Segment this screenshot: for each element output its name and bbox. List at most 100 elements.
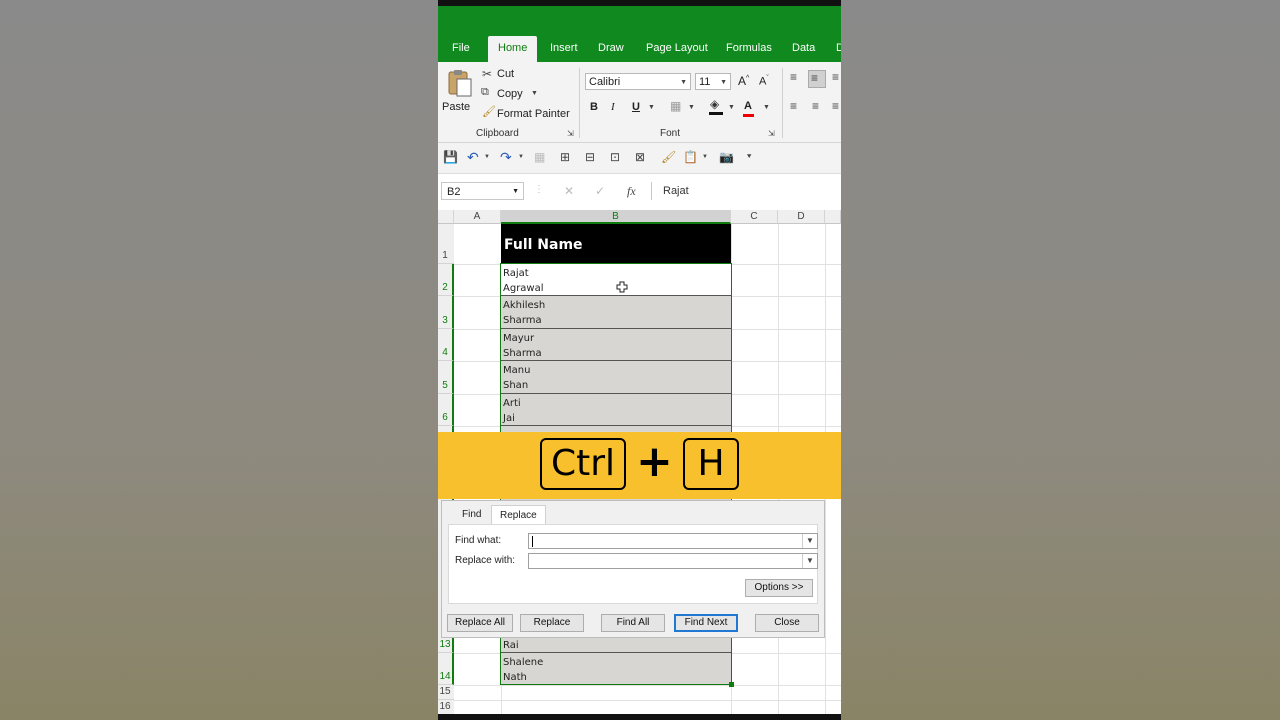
- row-header-15[interactable]: 15: [438, 685, 454, 700]
- tab-file[interactable]: File: [452, 36, 470, 62]
- tab-formulas[interactable]: Formulas: [726, 36, 772, 62]
- dialog-launcher-icon[interactable]: ⇲: [567, 130, 574, 138]
- cell-b2[interactable]: Rajat Agrawal: [501, 264, 731, 296]
- fill-color-icon[interactable]: ◈: [710, 98, 719, 110]
- column-header-b[interactable]: B: [501, 210, 731, 224]
- replace-button[interactable]: Replace: [520, 614, 584, 632]
- freeze-panes-icon[interactable]: ⊟: [585, 151, 595, 163]
- font-name-select[interactable]: Calibri ▼: [585, 73, 691, 90]
- grow-font-button[interactable]: A^: [738, 74, 749, 88]
- merge-icon[interactable]: ▦: [534, 151, 545, 163]
- align-bottom-icon[interactable]: ≡: [832, 71, 839, 83]
- row-header-5[interactable]: 5: [438, 361, 454, 394]
- select-all-corner[interactable]: [438, 210, 454, 224]
- find-next-button[interactable]: Find Next: [674, 614, 738, 632]
- cell-b1-header[interactable]: Full Name: [501, 224, 731, 264]
- format-painter-icon[interactable]: 🖌: [661, 151, 676, 163]
- cut-button[interactable]: Cut: [497, 68, 514, 80]
- name-box-value: B2: [447, 186, 461, 198]
- align-center-icon[interactable]: ≡: [812, 100, 819, 112]
- chevron-down-icon[interactable]: ▼: [518, 154, 524, 160]
- format-painter-button[interactable]: Format Painter: [497, 108, 570, 120]
- tab-draw[interactable]: Draw: [598, 36, 624, 62]
- cell-b3[interactable]: Akhilesh Sharma: [501, 296, 731, 329]
- cell-line: Jai: [503, 413, 515, 424]
- undo-icon[interactable]: ↶: [467, 150, 479, 164]
- copy-button[interactable]: Copy: [497, 88, 523, 100]
- row-header-6[interactable]: 6: [438, 394, 454, 426]
- align-left-icon[interactable]: ≡: [790, 100, 797, 112]
- align-top-icon[interactable]: ≡: [790, 71, 797, 83]
- column-header-c[interactable]: C: [731, 210, 778, 224]
- cell-b14[interactable]: Shalene Nath: [501, 653, 731, 685]
- find-what-label: Find what:: [455, 535, 502, 546]
- row-header-1[interactable]: 1: [438, 224, 454, 264]
- underline-button[interactable]: U: [632, 101, 640, 113]
- chevron-down-icon[interactable]: ▼: [702, 154, 708, 160]
- cell-b4[interactable]: Mayur Sharma: [501, 329, 731, 361]
- delete-cells-icon[interactable]: ⊠: [635, 151, 645, 163]
- insert-cells-icon[interactable]: ⊡: [610, 151, 620, 163]
- chevron-down-icon[interactable]: ▼: [531, 90, 538, 97]
- borders-icon[interactable]: ▦: [670, 100, 681, 112]
- tab-page-layout[interactable]: Page Layout: [646, 36, 708, 62]
- chevron-down-icon[interactable]: ▼: [763, 104, 770, 111]
- row-number: 5: [442, 380, 448, 391]
- replace-all-button[interactable]: Replace All: [447, 614, 513, 632]
- chevron-down-icon[interactable]: ▼: [688, 104, 695, 111]
- row-header-13[interactable]: 13: [438, 639, 454, 653]
- camera-icon[interactable]: 📷: [719, 151, 734, 163]
- enter-icon[interactable]: ✓: [595, 185, 605, 197]
- row-number: 15: [439, 686, 451, 697]
- column-header-a[interactable]: A: [454, 210, 501, 224]
- font-color-icon[interactable]: A: [744, 100, 752, 112]
- cell-b6[interactable]: Arti Jai: [501, 394, 731, 426]
- paste-special-icon[interactable]: 📋: [683, 151, 698, 163]
- font-size-select[interactable]: 11 ▼: [695, 73, 731, 90]
- row-header-14[interactable]: 14: [438, 653, 454, 685]
- column-header-d[interactable]: D: [778, 210, 825, 224]
- tab-replace[interactable]: Replace: [491, 505, 546, 526]
- ribbon-home: Paste ✂ Cut ⧉ Copy ▼ 🖌 Format Painter Cl…: [438, 62, 841, 143]
- row-header-16[interactable]: 16: [438, 700, 454, 715]
- insert-function-icon[interactable]: fx: [627, 185, 636, 197]
- row-header-2[interactable]: 2: [438, 264, 454, 296]
- replace-with-input[interactable]: ▼: [528, 553, 818, 569]
- bold-button[interactable]: B: [590, 101, 598, 113]
- save-icon[interactable]: 💾: [443, 151, 458, 163]
- cell-b13[interactable]: Rai: [501, 639, 731, 653]
- shrink-font-button[interactable]: Aˇ: [759, 75, 769, 88]
- name-box[interactable]: B2 ▼: [441, 182, 524, 200]
- chevron-down-icon[interactable]: ▼: [728, 104, 735, 111]
- customize-toolbar-icon[interactable]: ⯆: [746, 153, 752, 161]
- find-what-input[interactable]: ▼: [528, 533, 818, 549]
- cell-b5[interactable]: Manu Shan: [501, 361, 731, 394]
- table-icon[interactable]: ⊞: [560, 151, 570, 163]
- close-button[interactable]: Close: [755, 614, 819, 632]
- fill-handle[interactable]: [729, 682, 734, 687]
- align-middle-button[interactable]: ≡: [808, 70, 826, 88]
- column-header-next[interactable]: [825, 210, 841, 224]
- formula-input[interactable]: Rajat: [651, 182, 841, 200]
- chevron-down-icon[interactable]: ▼: [648, 104, 655, 111]
- row-header-4[interactable]: 4: [438, 329, 454, 361]
- dialog-launcher-icon[interactable]: ⇲: [768, 130, 775, 138]
- row-header-3[interactable]: 3: [438, 296, 454, 329]
- redo-icon[interactable]: ↷: [500, 150, 512, 164]
- options-button[interactable]: Options >>: [745, 579, 813, 597]
- cancel-icon[interactable]: ✕: [564, 185, 574, 197]
- tab-home[interactable]: Home: [488, 36, 538, 62]
- drag-handle-icon[interactable]: ⋮: [534, 185, 544, 195]
- chevron-down-icon[interactable]: ▼: [484, 154, 490, 160]
- tab-data[interactable]: Data: [792, 36, 815, 62]
- tab-find[interactable]: Find: [454, 505, 489, 525]
- paste-button[interactable]: Paste: [442, 66, 476, 122]
- chevron-down-icon[interactable]: ▼: [802, 534, 817, 548]
- find-all-button[interactable]: Find All: [601, 614, 665, 632]
- chevron-down-icon[interactable]: ▼: [802, 554, 817, 568]
- group-divider: [782, 68, 783, 138]
- italic-button[interactable]: I: [611, 101, 615, 113]
- tab-insert[interactable]: Insert: [550, 36, 578, 62]
- tab-more[interactable]: D: [836, 36, 841, 62]
- align-right-icon[interactable]: ≡: [832, 100, 839, 112]
